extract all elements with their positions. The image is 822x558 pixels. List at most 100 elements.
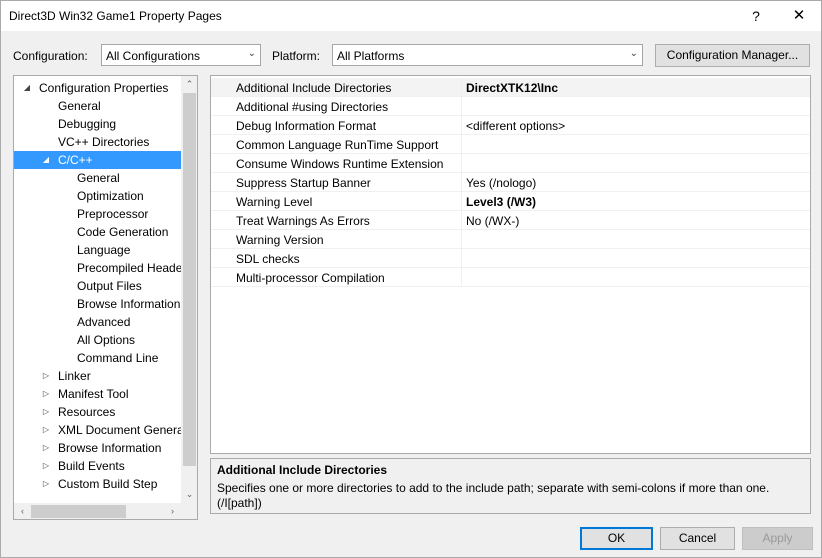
tree-item[interactable]: Advanced [14, 313, 182, 331]
chevron-down-icon: ⌄ [629, 48, 638, 59]
property-value[interactable]: <different options> [466, 119, 565, 133]
close-icon[interactable]: ✕ [779, 1, 819, 31]
tree-vertical-scrollbar[interactable]: ⌃ ⌄ [181, 76, 197, 503]
window-title: Direct3D Win32 Game1 Property Pages [9, 9, 222, 23]
scroll-thumb[interactable] [31, 505, 126, 518]
expanded-arrow-icon[interactable]: ◢ [22, 79, 32, 97]
tree-item[interactable]: Command Line [14, 349, 182, 367]
platform-value: All Platforms [337, 49, 405, 63]
column-divider [461, 211, 462, 230]
property-grid: Additional Include Directories DirectXTK1… [210, 75, 811, 454]
collapsed-arrow-icon[interactable]: ▷ [41, 367, 51, 385]
property-row[interactable]: Warning Version [211, 230, 810, 249]
tree-item[interactable]: Language [14, 241, 182, 259]
property-tree: ◢ Configuration Properties General Debuggin… [13, 75, 198, 520]
scroll-thumb[interactable] [183, 93, 196, 466]
expanded-arrow-icon[interactable]: ◢ [41, 151, 51, 169]
column-divider [461, 116, 462, 135]
property-name: Additional #using Directories [236, 100, 389, 114]
scroll-up-icon[interactable]: ⌃ [181, 76, 197, 93]
cancel-button[interactable]: Cancel [660, 527, 735, 550]
column-divider [461, 249, 462, 268]
tree-item[interactable]: General [14, 169, 182, 187]
property-row[interactable]: Multi-processor Compilation [211, 268, 810, 287]
tree-item-label: General [77, 171, 120, 185]
tree-item[interactable]: ▷ Linker [14, 367, 182, 385]
tree-item[interactable]: Output Files [14, 277, 182, 295]
tree-item[interactable]: All Options [14, 331, 182, 349]
tree-item-label: XML Document Genera [58, 423, 182, 437]
tree-item[interactable]: ▷ Browse Information [14, 439, 182, 457]
property-name: Warning Level [236, 195, 313, 209]
ok-button[interactable]: OK [580, 527, 653, 550]
platform-label: Platform: [272, 49, 321, 63]
property-value[interactable]: Yes (/nologo) [466, 176, 536, 190]
tree-item[interactable]: ◢ C/C++ [14, 151, 182, 169]
tree-item-label: Optimization [77, 189, 144, 203]
collapsed-arrow-icon[interactable]: ▷ [41, 457, 51, 475]
tree-item-label: Build Events [58, 459, 125, 473]
collapsed-arrow-icon[interactable]: ▷ [41, 385, 51, 403]
tree-item[interactable]: Code Generation [14, 223, 182, 241]
property-row[interactable]: Consume Windows Runtime Extension [211, 154, 810, 173]
column-divider [461, 268, 462, 287]
property-value[interactable]: DirectXTK12\Inc [466, 81, 558, 95]
scrollbar-corner [181, 503, 197, 519]
apply-button[interactable]: Apply [742, 527, 813, 550]
property-row[interactable]: Additional Include Directories DirectXTK1… [211, 78, 810, 97]
tree-item-label: Debugging [58, 117, 117, 131]
tree-item-label: General [58, 99, 101, 113]
property-row[interactable]: Debug Information Format <different optio… [211, 116, 810, 135]
collapsed-arrow-icon[interactable]: ▷ [41, 439, 51, 457]
tree-item[interactable]: Preprocessor [14, 205, 182, 223]
tree-item[interactable]: VC++ Directories [14, 133, 182, 151]
description-title: Additional Include Directories [217, 463, 388, 477]
tree-item[interactable]: ◢ Configuration Properties [14, 79, 182, 97]
tree-item[interactable]: ▷ Build Events [14, 457, 182, 475]
column-divider [461, 97, 462, 116]
property-row[interactable]: Treat Warnings As Errors No (/WX-) [211, 211, 810, 230]
property-row[interactable]: Common Language RunTime Support [211, 135, 810, 154]
help-icon[interactable]: ? [736, 1, 776, 31]
tree-item-label: Language [77, 243, 131, 257]
property-value[interactable]: No (/WX-) [466, 214, 519, 228]
tree-item-label: Linker [58, 369, 91, 383]
tree-horizontal-scrollbar[interactable]: ‹ › [14, 503, 181, 519]
platform-select[interactable]: All Platforms ⌄ [332, 44, 643, 66]
collapsed-arrow-icon[interactable]: ▷ [41, 421, 51, 439]
tree-item-label: VC++ Directories [58, 135, 150, 149]
property-row[interactable]: Additional #using Directories [211, 97, 810, 116]
tree-item[interactable]: General [14, 97, 182, 115]
tree-item-label: Precompiled Heade [77, 261, 182, 275]
tree-item[interactable]: Precompiled Heade [14, 259, 182, 277]
tree-item[interactable]: ▷ Manifest Tool [14, 385, 182, 403]
scroll-left-icon[interactable]: ‹ [14, 503, 31, 519]
collapsed-arrow-icon[interactable]: ▷ [41, 403, 51, 421]
column-divider [461, 78, 462, 97]
tree-item[interactable]: ▷ Custom Build Step [14, 475, 182, 493]
property-name: Treat Warnings As Errors [236, 214, 370, 228]
column-divider [461, 135, 462, 154]
property-pages-dialog: Direct3D Win32 Game1 Property Pages ? ✕ … [0, 0, 822, 558]
tree-item[interactable]: Optimization [14, 187, 182, 205]
property-value[interactable]: Level3 (/W3) [466, 195, 536, 209]
tree-item[interactable]: Browse Information [14, 295, 182, 313]
tree-item-label: All Options [77, 333, 136, 347]
configuration-select[interactable]: All Configurations ⌄ [101, 44, 261, 66]
configuration-manager-button[interactable]: Configuration Manager... [655, 44, 810, 67]
scroll-down-icon[interactable]: ⌄ [181, 486, 197, 503]
tree-item[interactable]: ▷ XML Document Genera [14, 421, 182, 439]
collapsed-arrow-icon[interactable]: ▷ [41, 475, 51, 493]
property-row[interactable]: Suppress Startup Banner Yes (/nologo) [211, 173, 810, 192]
tree-item[interactable]: Debugging [14, 115, 182, 133]
column-divider [461, 154, 462, 173]
tree-item[interactable]: ▷ Resources [14, 403, 182, 421]
tree-item-label: C/C++ [58, 153, 93, 167]
tree-item-label: Preprocessor [77, 207, 149, 221]
property-row[interactable]: SDL checks [211, 249, 810, 268]
column-divider [461, 192, 462, 211]
tree-item-label: Browse Information [77, 297, 181, 311]
property-row[interactable]: Warning Level Level3 (/W3) [211, 192, 810, 211]
chevron-down-icon: ⌄ [247, 48, 256, 59]
scroll-right-icon[interactable]: › [164, 503, 181, 519]
